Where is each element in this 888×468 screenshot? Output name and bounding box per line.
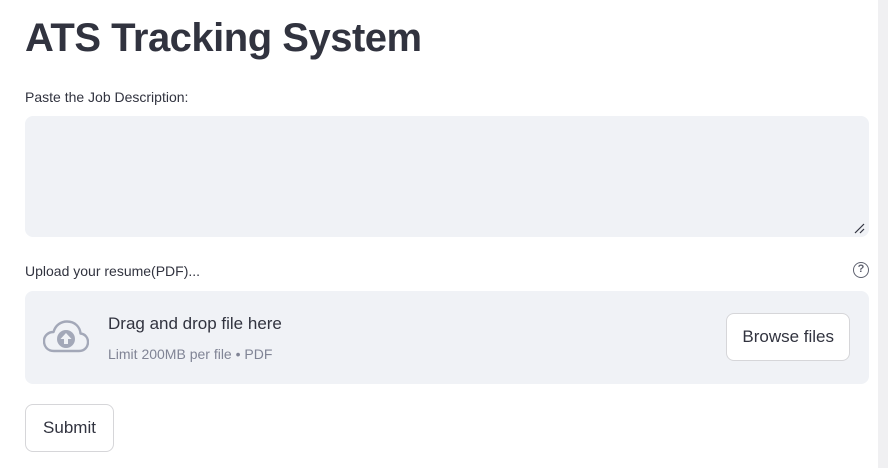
cloud-upload-icon bbox=[43, 320, 89, 353]
browse-files-button[interactable]: Browse files bbox=[726, 313, 850, 361]
help-circle-icon[interactable]: ? bbox=[853, 262, 869, 278]
dropzone-file-limit: Limit 200MB per file • PDF bbox=[108, 346, 273, 362]
job-description-label: Paste the Job Description: bbox=[25, 89, 189, 105]
page-title: ATS Tracking System bbox=[25, 16, 422, 60]
dropzone-instructions: Drag and drop file here bbox=[108, 314, 282, 333]
scrollbar-track[interactable] bbox=[878, 0, 888, 468]
resize-handle-icon[interactable] bbox=[853, 222, 865, 234]
app-page: ATS Tracking System Paste the Job Descri… bbox=[0, 0, 888, 468]
resume-upload-label: Upload your resume(PDF)... bbox=[25, 263, 201, 279]
submit-button[interactable]: Submit bbox=[25, 404, 114, 452]
file-dropzone[interactable]: Drag and drop file here Limit 200MB per … bbox=[25, 291, 869, 384]
job-description-textarea[interactable] bbox=[25, 116, 869, 237]
